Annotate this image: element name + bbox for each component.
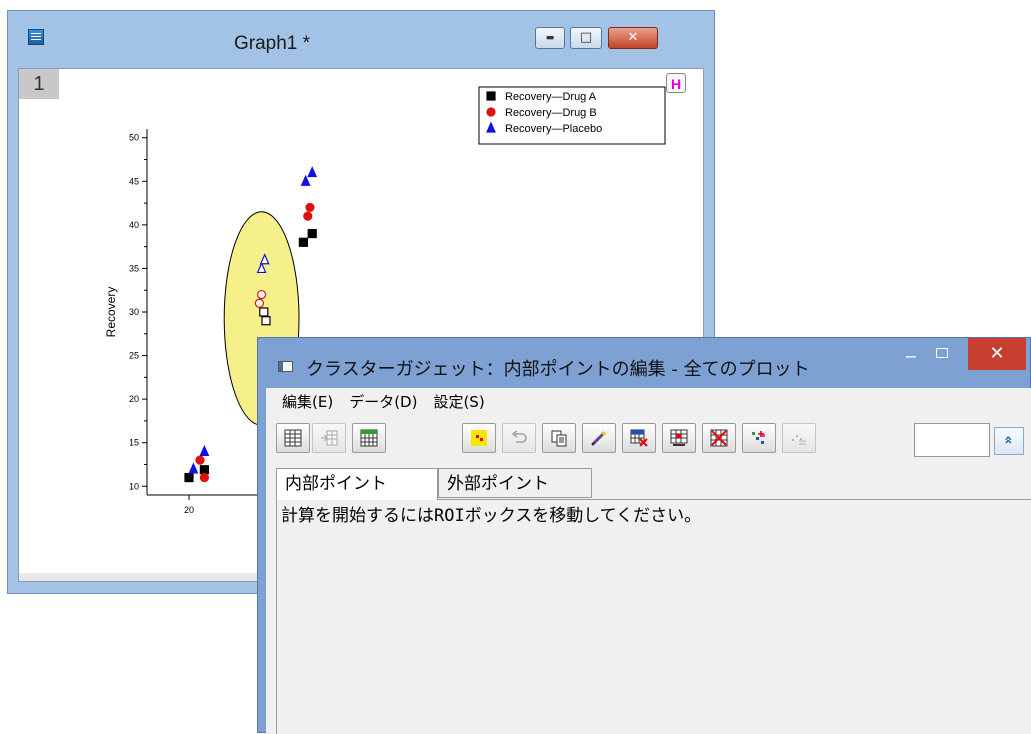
tab-inside-points[interactable]: 内部ポイント xyxy=(276,468,438,500)
y-tick-label: 35 xyxy=(129,263,139,273)
cluster-plot-icon xyxy=(752,431,765,444)
cluster-plot-button[interactable] xyxy=(742,423,776,453)
dialog-titlebar[interactable]: クラスターガジェット：内部ポイントの編集 - 全てのプロット − ✕ xyxy=(258,338,1030,388)
clear-mask-button[interactable] xyxy=(702,423,736,453)
y-tick-label: 20 xyxy=(129,394,139,404)
data-point[interactable] xyxy=(307,228,317,239)
tab-outside-points[interactable]: 外部ポイント xyxy=(438,468,592,498)
y-tick-label: 40 xyxy=(129,220,139,230)
y-tick-label: 15 xyxy=(129,438,139,448)
graph-window-title: Graph1 * xyxy=(234,33,311,54)
menu-bar: 編集(E) データ(D) 設定(S) xyxy=(266,388,1031,416)
graph-app-icon[interactable] xyxy=(28,29,44,45)
data-point[interactable] xyxy=(298,237,308,247)
chevron-up-icon: » xyxy=(1000,435,1017,445)
remove-outliers-button[interactable] xyxy=(662,423,696,453)
worksheet-grid-button[interactable] xyxy=(276,423,310,453)
copy-button[interactable] xyxy=(542,423,576,453)
data-point[interactable] xyxy=(300,174,311,186)
mask-points-icon xyxy=(471,430,487,446)
new-worksheet-button[interactable] xyxy=(352,423,386,453)
toolbar: » xyxy=(266,416,1031,460)
worksheet-grid-icon xyxy=(284,429,302,447)
close-icon: ✕ xyxy=(627,30,639,45)
new-worksheet-icon xyxy=(360,429,378,447)
data-point[interactable] xyxy=(199,465,209,475)
dialog-close-button[interactable]: ✕ xyxy=(968,338,1026,370)
data-point[interactable] xyxy=(195,455,205,465)
data-point[interactable] xyxy=(303,211,313,221)
data-point[interactable] xyxy=(254,298,264,308)
legend-marker xyxy=(486,107,496,117)
data-point[interactable] xyxy=(199,472,209,483)
data-point[interactable] xyxy=(188,462,199,474)
dialog-window-icon xyxy=(278,361,293,372)
data-point[interactable] xyxy=(199,444,210,457)
undo-icon xyxy=(511,430,527,443)
clear-mask-icon xyxy=(710,429,728,447)
legend-marker xyxy=(486,91,496,101)
legend-label: Recovery—Drug B xyxy=(505,107,597,119)
close-button[interactable]: ✕ xyxy=(608,27,658,49)
y-axis-label: Recovery xyxy=(104,287,118,338)
mask-points-button[interactable] xyxy=(462,423,496,453)
copy-icon xyxy=(551,430,567,447)
add-to-worksheet-icon xyxy=(321,430,338,446)
minimize-icon: ▬ xyxy=(545,33,555,43)
minimize-button[interactable]: ▬ xyxy=(535,27,565,49)
expand-toolbar-button[interactable]: » xyxy=(994,427,1024,455)
undo-button[interactable] xyxy=(502,423,536,453)
data-point[interactable] xyxy=(307,166,318,178)
y-tick-label: 30 xyxy=(129,307,139,317)
menu-data[interactable]: データ(D) xyxy=(349,388,417,416)
data-point[interactable] xyxy=(261,316,271,326)
y-tick-label: 50 xyxy=(129,133,139,143)
h-badge[interactable]: H xyxy=(666,73,686,93)
dialog-body: 編集(E) データ(D) 設定(S) » 内部ポイント 外部ポイント 計算を開始… xyxy=(266,388,1031,734)
data-points-button[interactable] xyxy=(782,423,816,453)
dialog-title: クラスターガジェット：内部ポイントの編集 - 全てのプロット xyxy=(306,359,810,380)
eraser-icon xyxy=(591,430,607,446)
cluster-gadget-dialog: クラスターガジェット：内部ポイントの編集 - 全てのプロット − ✕ 編集(E)… xyxy=(257,337,1031,734)
eraser-button[interactable] xyxy=(582,423,616,453)
delete-rows-icon xyxy=(630,429,648,447)
graph-titlebar[interactable]: Graph1 * ▬ □ ✕ xyxy=(8,11,714,68)
maximize-button[interactable]: □ xyxy=(570,27,602,49)
y-tick-label: 45 xyxy=(129,176,139,186)
legend-label: Recovery—Placebo xyxy=(505,123,602,135)
toolbar-input[interactable] xyxy=(914,423,990,457)
delete-rows-button[interactable] xyxy=(622,423,656,453)
layer-number-badge[interactable]: 1 xyxy=(19,69,59,99)
x-tick-label: 20 xyxy=(184,505,194,515)
data-points-icon xyxy=(792,435,806,445)
data-point[interactable] xyxy=(257,289,267,300)
y-tick-label: 25 xyxy=(129,351,139,361)
data-point[interactable] xyxy=(184,472,194,483)
dialog-minimize-button[interactable]: − xyxy=(900,348,922,368)
data-point[interactable] xyxy=(259,307,269,317)
menu-settings[interactable]: 設定(S) xyxy=(433,388,484,416)
legend-label: Recovery—Drug A xyxy=(505,91,597,103)
status-message: 計算を開始するにはROIボックスを移動してください。 xyxy=(281,506,702,526)
menu-edit[interactable]: 編集(E) xyxy=(282,388,333,416)
add-to-worksheet-button[interactable] xyxy=(312,423,346,453)
maximize-icon: □ xyxy=(579,30,593,45)
dialog-maximize-button[interactable] xyxy=(932,344,954,364)
data-point[interactable] xyxy=(305,202,315,213)
tab-content: 計算を開始するにはROIボックスを移動してください。 xyxy=(276,499,1031,734)
y-tick-label: 10 xyxy=(129,481,139,491)
remove-outliers-icon xyxy=(670,429,688,446)
